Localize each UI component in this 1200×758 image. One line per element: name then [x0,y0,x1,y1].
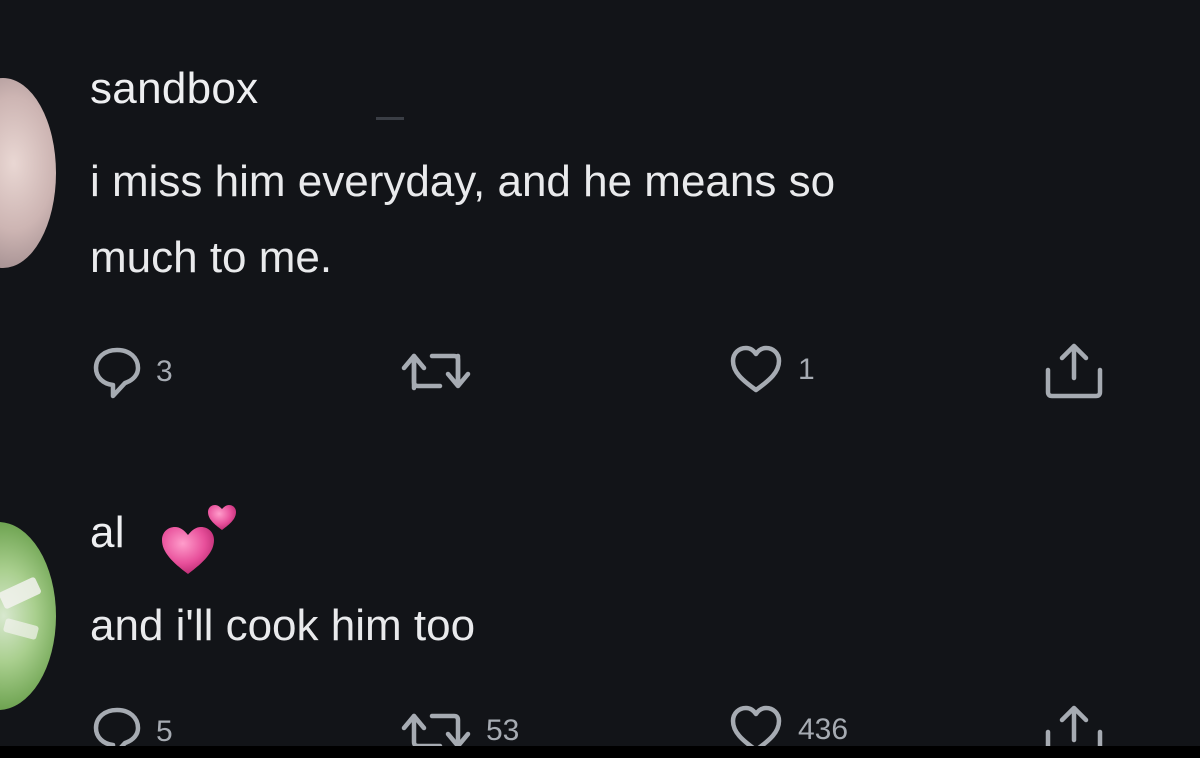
share-icon [1045,343,1103,399]
two-hearts-emoji [162,505,236,574]
retweet-button[interactable] [400,346,486,396]
tweet-text-line: and i'll cook him too [90,601,476,650]
like-count: 1 [798,353,815,386]
share-button[interactable] [1042,340,1106,402]
retweet-icon [401,353,471,391]
tweet-thread: sandbox i miss him everyday, and he mean… [0,0,1200,758]
like-button[interactable]: 1 [728,344,815,396]
avatar[interactable] [0,522,56,710]
handle-divider [376,117,404,120]
reply-count: 3 [156,355,173,388]
avatar-detail [2,617,40,641]
reply-count: 5 [156,715,173,748]
tweet-text-line: i miss him everyday, and he means so [90,157,836,206]
reply-icon [93,347,141,399]
username[interactable]: sandbox [90,64,258,114]
username[interactable]: al [90,508,125,558]
reply-button[interactable]: 3 [92,344,173,400]
bottom-border [0,746,1200,758]
like-icon [730,345,782,393]
retweet-count: 53 [486,714,520,747]
like-count: 436 [798,713,849,746]
tweet-text-line: much to me. [90,233,333,282]
avatar-detail [0,576,42,610]
avatar[interactable] [0,78,56,268]
